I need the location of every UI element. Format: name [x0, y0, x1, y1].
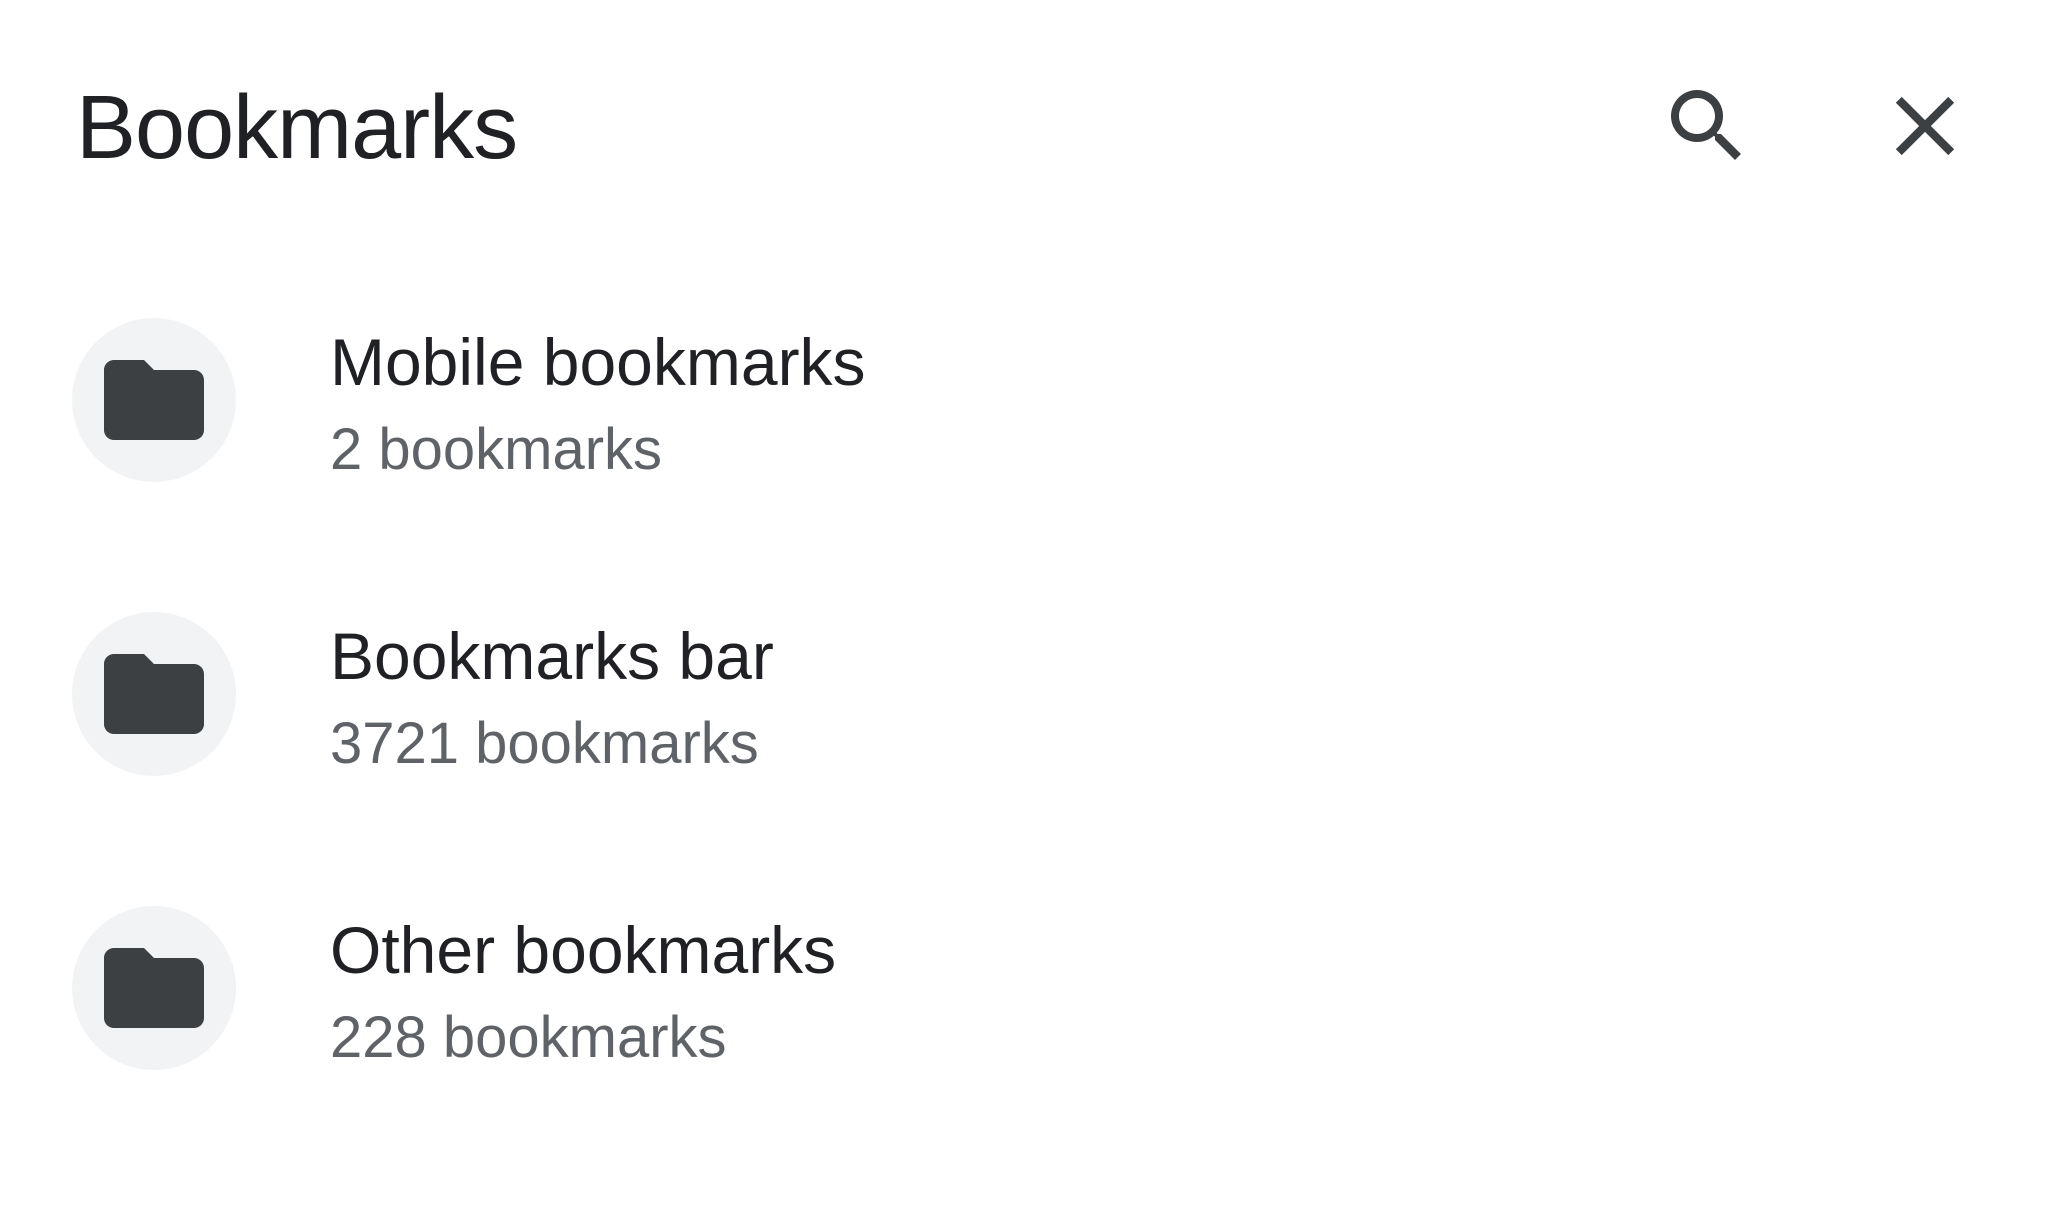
folder-avatar: [72, 906, 236, 1070]
search-icon: [1671, 90, 1741, 160]
folder-name: Mobile bookmarks: [330, 325, 866, 399]
bookmark-folder-list: Mobile bookmarks 2 bookmarks Bookmarks b…: [0, 300, 2048, 1182]
folder-icon: [104, 948, 204, 1028]
close-icon: [1895, 96, 1955, 156]
folder-name: Bookmarks bar: [330, 619, 774, 693]
folder-avatar: [72, 612, 236, 776]
folder-icon: [104, 654, 204, 734]
folder-count: 2 bookmarks: [330, 417, 663, 482]
search-button[interactable]: [1652, 71, 1762, 181]
folder-item-mobile-bookmarks[interactable]: Mobile bookmarks 2 bookmarks: [0, 300, 2048, 594]
folder-icon: [104, 360, 204, 440]
folder-count: 3721 bookmarks: [330, 711, 759, 776]
folder-count: 228 bookmarks: [330, 1005, 727, 1070]
folder-avatar: [72, 318, 236, 482]
folder-item-other-bookmarks[interactable]: Other bookmarks 228 bookmarks: [0, 888, 2048, 1182]
folder-item-bookmarks-bar[interactable]: Bookmarks bar 3721 bookmarks: [0, 594, 2048, 888]
page-title: Bookmarks: [76, 78, 518, 178]
close-button[interactable]: [1870, 71, 1980, 181]
app-header: Bookmarks: [0, 0, 2048, 250]
folder-name: Other bookmarks: [330, 913, 837, 987]
